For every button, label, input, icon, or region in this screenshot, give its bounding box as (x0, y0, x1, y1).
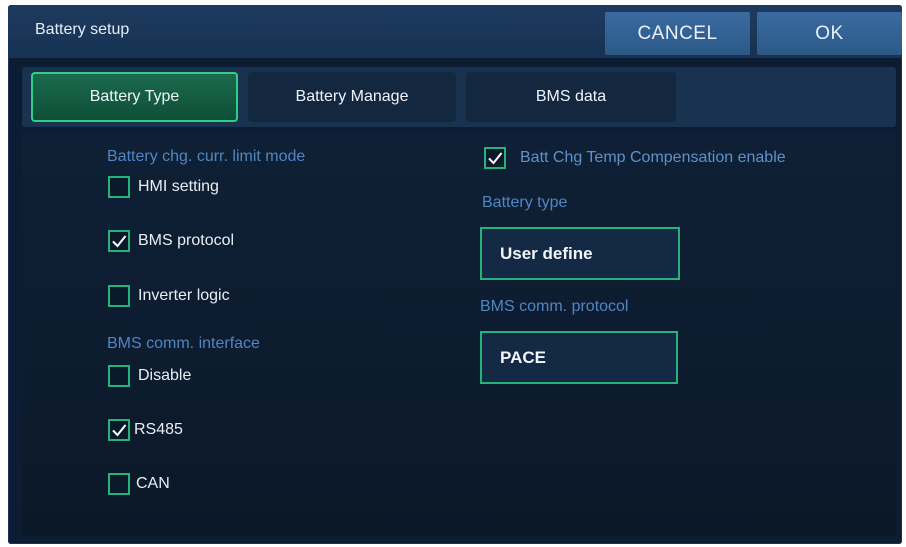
checkmark-icon (112, 235, 127, 248)
can-option[interactable]: CAN (108, 473, 170, 495)
disable-checkbox[interactable] (108, 365, 130, 387)
rs485-option[interactable]: RS485 (108, 419, 183, 441)
inverter-logic-label: Inverter logic (138, 287, 230, 304)
hmi-setting-label: HMI setting (138, 178, 219, 195)
inverter-logic-option[interactable]: Inverter logic (108, 285, 230, 307)
title-bar: Battery setup CANCEL OK (8, 5, 902, 58)
tab-battery-manage[interactable]: Battery Manage (248, 72, 456, 122)
bms-protocol-select[interactable]: PACE (480, 331, 678, 384)
dialog-title: Battery setup (35, 21, 130, 38)
disable-option[interactable]: Disable (108, 365, 191, 387)
temp-compensation-option[interactable]: Batt Chg Temp Compensation enable (484, 147, 786, 169)
rs485-checkbox[interactable] (108, 419, 130, 441)
temp-compensation-checkbox[interactable] (484, 147, 506, 169)
cancel-button[interactable]: CANCEL (605, 12, 750, 55)
disable-label: Disable (138, 367, 192, 384)
checkmark-icon (112, 424, 127, 437)
bms-protocol-select-label: BMS comm. protocol (480, 298, 629, 315)
tab-bms-data[interactable]: BMS data (466, 72, 676, 122)
bms-protocol-checkbox[interactable] (108, 230, 130, 252)
checkmark-icon (488, 152, 503, 165)
content-panel: Battery chg. curr. limit mode HMI settin… (22, 131, 896, 536)
rs485-label: RS485 (134, 421, 183, 438)
ok-button[interactable]: OK (757, 12, 902, 55)
bms-protocol-label: BMS protocol (138, 232, 235, 249)
battery-type-select[interactable]: User define (480, 227, 680, 280)
inverter-logic-checkbox[interactable] (108, 285, 130, 307)
hmi-setting-option[interactable]: HMI setting (108, 176, 219, 198)
comm-interface-label: BMS comm. interface (107, 335, 260, 352)
battery-type-label: Battery type (482, 194, 568, 211)
tab-bar: Battery Type Battery Manage BMS data (22, 67, 896, 127)
temp-compensation-label: Batt Chg Temp Compensation enable (520, 149, 786, 166)
bms-protocol-option[interactable]: BMS protocol (108, 230, 234, 252)
battery-setup-dialog: Battery setup CANCEL OK Battery Type Bat… (8, 5, 902, 544)
can-checkbox[interactable] (108, 473, 130, 495)
can-label: CAN (136, 475, 170, 492)
tab-battery-type[interactable]: Battery Type (31, 72, 238, 122)
limit-mode-label: Battery chg. curr. limit mode (107, 148, 306, 165)
hmi-setting-checkbox[interactable] (108, 176, 130, 198)
